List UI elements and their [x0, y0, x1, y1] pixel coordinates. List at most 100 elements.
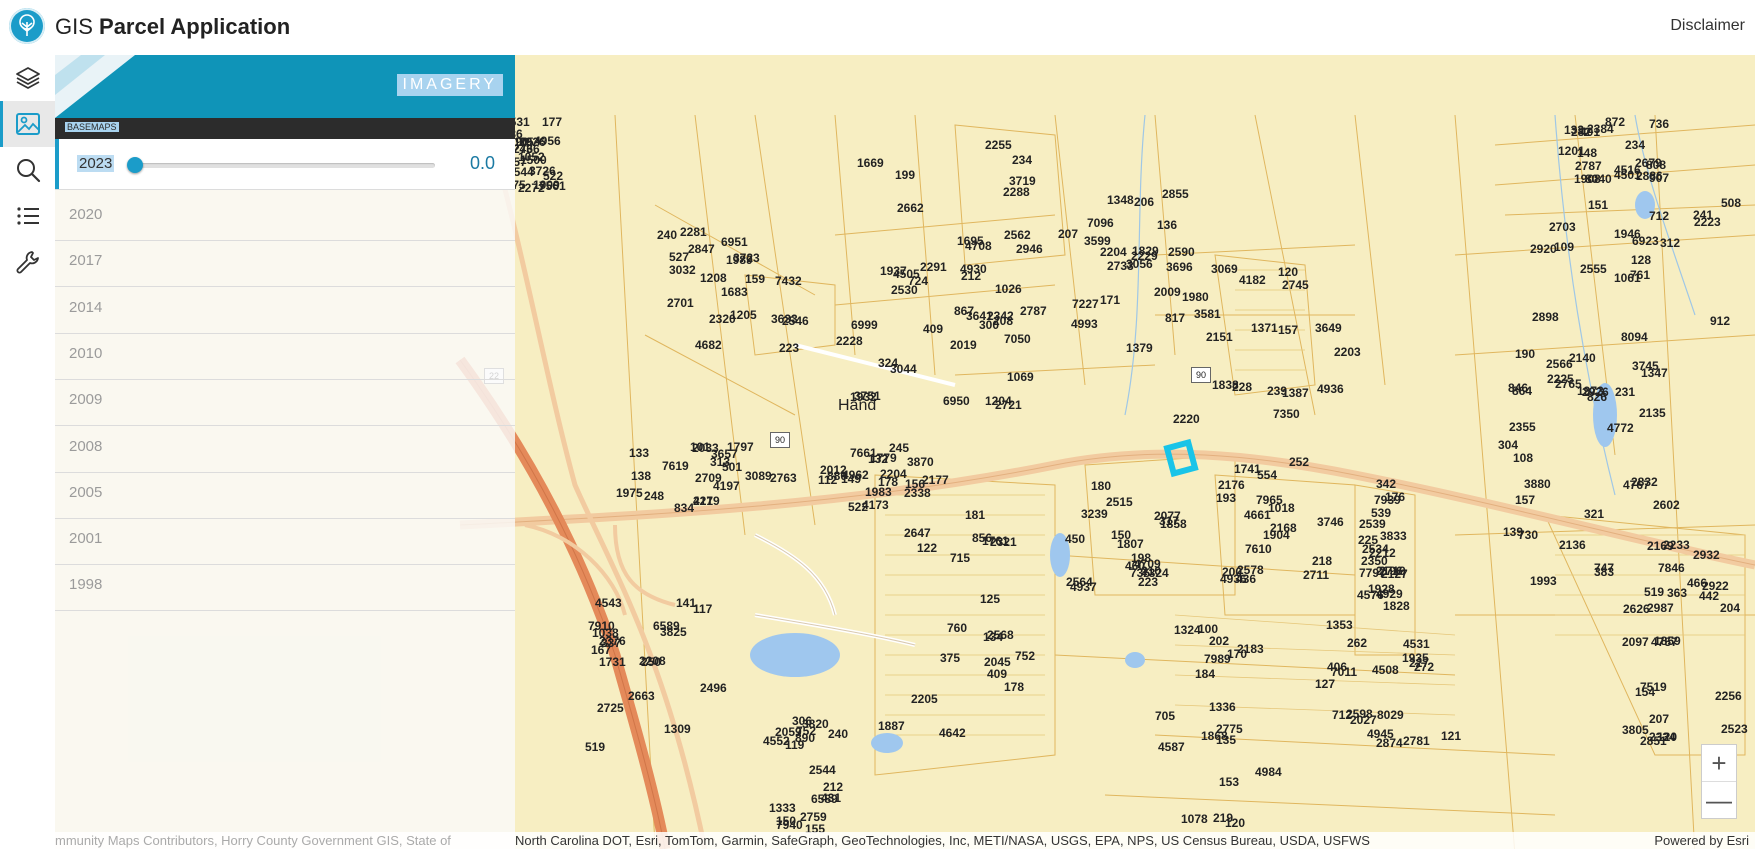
parcel-label: 150 [1111, 528, 1132, 542]
parcel-label: 1333 [769, 801, 796, 815]
parcel-label: 120 [1225, 816, 1246, 830]
parcel-label: 2926 [1582, 385, 1609, 399]
year-row[interactable]: 2008 [55, 422, 515, 473]
zoom-out-button[interactable]: — [1702, 781, 1736, 818]
year-label: 2014 [69, 298, 103, 316]
parcel-label: 2647 [904, 526, 931, 540]
year-row[interactable]: 2009 [55, 375, 515, 427]
parcel-label: 177 [542, 115, 563, 129]
parcel-label: 109 [1554, 240, 1575, 254]
parcel-label: 2590 [1168, 245, 1195, 259]
tools-button[interactable] [0, 239, 55, 285]
parcel-label: 890 [795, 731, 816, 745]
parcel-label: 2097 [1622, 635, 1649, 649]
basemap-imagery-button[interactable] [0, 101, 55, 147]
parcel-label: 3696 [1166, 260, 1193, 274]
zoom-in-button[interactable]: + [1702, 745, 1736, 781]
year-row[interactable]: 2010 [55, 329, 515, 380]
parcel-label: 234 [1012, 153, 1033, 167]
year-row[interactable]: 2005 [55, 468, 515, 519]
parcel-label: 178 [1004, 680, 1025, 694]
disclaimer-link[interactable]: Disclaimer [1670, 17, 1745, 35]
parcel-label: 133 [629, 446, 650, 460]
parcel-label: 2355 [1509, 420, 1536, 434]
parcel-label: 240 [828, 727, 849, 741]
parcel-label: 4543 [595, 596, 622, 610]
parcel-label: 1379 [1126, 341, 1153, 355]
parcel-label: 321 [1584, 507, 1605, 521]
parcel-label: 4993 [1071, 317, 1098, 331]
parcel-label: 342 [1376, 477, 1397, 491]
parcel-label: 519 [585, 740, 606, 754]
year-row[interactable]: 1998 [55, 560, 515, 612]
parcel-label: 8040 [1585, 172, 1612, 186]
parcel-label: 363 [1667, 586, 1688, 600]
parcel-label: 2338 [904, 486, 931, 500]
parcel-label: 3633 [771, 312, 798, 326]
parcel-label: 2898 [1532, 310, 1559, 324]
parcel-label: 3641 [966, 309, 993, 323]
parcel-label: 3833 [1380, 529, 1407, 543]
parcel-label: 1975 [616, 486, 643, 500]
parcel-label: 2220 [1173, 412, 1200, 426]
parcel-label: 2663 [628, 689, 655, 703]
parcel-label: 4182 [1239, 273, 1266, 287]
parcel-label: 554 [1257, 468, 1278, 482]
parcel-label: 7989 [1204, 652, 1231, 666]
search-button[interactable] [0, 147, 55, 193]
parcel-label: 121 [1441, 729, 1462, 743]
parcel-label: 2151 [1206, 330, 1233, 344]
year-label: 2001 [69, 530, 103, 548]
parcel-label: 2376 [599, 634, 626, 648]
parcel-label: 375 [940, 651, 961, 665]
parcel-label: 2922 [1702, 579, 1729, 593]
parcel-label: 2228 [836, 334, 863, 348]
wrench-icon [16, 251, 39, 274]
year-row-selected[interactable]: 2023 0.0 [55, 139, 515, 190]
parcel-label: 3805 [1622, 723, 1649, 737]
opacity-slider[interactable] [127, 157, 435, 173]
parcel-label: 3056 [1126, 257, 1153, 271]
parcel-label: 157 [1515, 493, 1536, 507]
layers-icon [15, 67, 40, 89]
year-label: 2020 [69, 206, 103, 223]
parcel-label: 193 [1216, 491, 1237, 505]
parcel-label: 8094 [1621, 330, 1648, 344]
year-label: 2017 [69, 252, 103, 270]
parcel-label: 406 [1327, 660, 1348, 674]
layers-button[interactable] [0, 55, 55, 101]
parcel-label: 7846 [1658, 561, 1685, 575]
parcel-label: 2233 [1663, 538, 1690, 552]
parcel-label: 2384 [1587, 122, 1614, 136]
powered-by-link[interactable]: Powered by Esri [1654, 833, 1749, 848]
parcel-label: 2598 [1346, 707, 1373, 721]
year-row[interactable]: 2001 [55, 514, 515, 566]
parcel-label: 190 [1515, 347, 1536, 361]
parcel-label: 409 [923, 322, 944, 336]
parcel-label: 508 [1721, 196, 1742, 210]
parcel-label: 2703 [1549, 220, 1576, 234]
app-title: GIS Parcel Application [55, 14, 290, 40]
parcel-label: 231 [1615, 385, 1636, 399]
parcel-label: 245 [889, 441, 910, 455]
parcel-label: 240 [657, 228, 678, 242]
section-label: BASEMAPS [65, 122, 119, 132]
year-row[interactable]: 2020 [55, 190, 515, 241]
year-row[interactable]: 2017 [55, 236, 515, 288]
parcel-label: 207 [1649, 712, 1670, 726]
parcel-label: 3820 [802, 717, 829, 731]
parcel-label: 7519 [1640, 680, 1667, 694]
parcel-label: 149 [841, 472, 862, 486]
year-row[interactable]: 2014 [55, 283, 515, 334]
parcel-label: 125 [980, 592, 1001, 606]
parcel-label: 1201 [1558, 144, 1585, 158]
slider-thumb[interactable] [127, 157, 143, 173]
parcel-label: 2320 [709, 312, 736, 326]
parcel-label: 4173 [862, 498, 889, 512]
list-button[interactable] [0, 193, 55, 239]
parcel-label: 136 [1157, 218, 1178, 232]
app-title-bold: Parcel Application [99, 14, 291, 39]
parcel-label: 3726 [529, 164, 556, 178]
parcel-label: 4772 [1607, 421, 1634, 435]
parcel-label: 450 [1065, 532, 1086, 546]
